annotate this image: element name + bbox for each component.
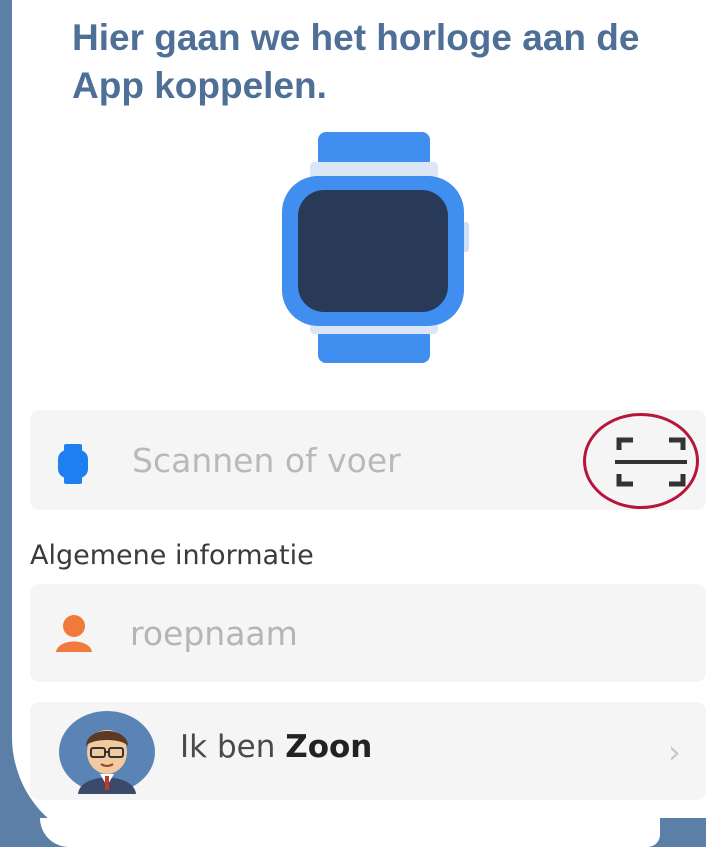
avatar (59, 711, 155, 794)
role-prefix: Ik ben (180, 729, 276, 765)
section-title: Algemene informatie (30, 540, 314, 571)
watch-small-icon (58, 444, 88, 484)
page-title: Hier gaan we het horloge aan de App kopp… (72, 17, 640, 106)
name-input-row[interactable]: roepnaam (30, 584, 706, 682)
role-label: Ik ben Zoon (180, 729, 372, 765)
person-icon (56, 615, 92, 652)
scan-qr-icon[interactable] (615, 436, 687, 488)
name-input[interactable]: roepnaam (130, 614, 298, 653)
role-row[interactable]: Ik ben Zoon (30, 702, 706, 800)
scan-input[interactable]: Scannen of voer (132, 441, 401, 480)
chevron-right-icon[interactable]: › (668, 733, 681, 771)
watch-illustration (282, 132, 469, 363)
role-value: Zoon (285, 729, 373, 765)
frame-bottom-inner (40, 818, 660, 847)
